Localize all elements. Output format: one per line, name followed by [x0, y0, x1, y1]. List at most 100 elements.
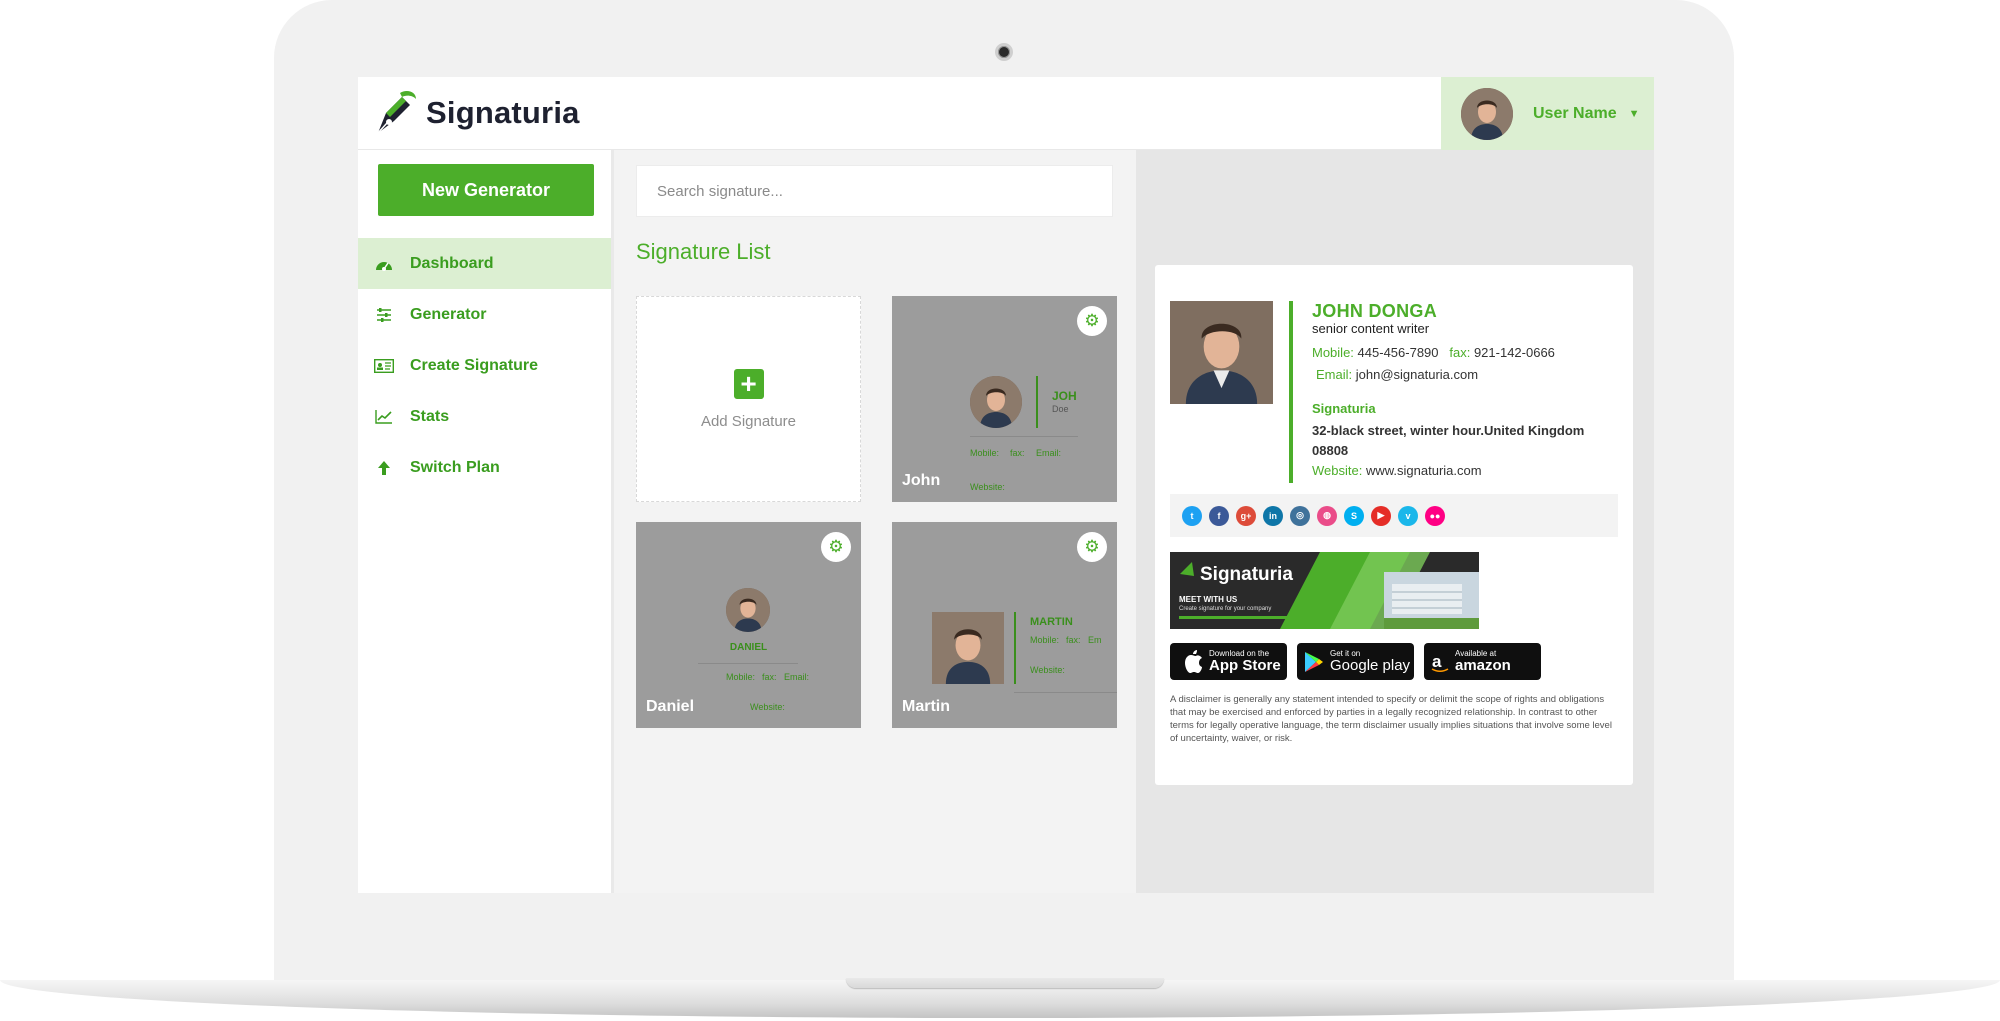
signature-card-john[interactable]: ⚙ JOH Doe Mobile: fax: Email: Website: J… — [892, 296, 1117, 502]
flickr-icon[interactable]: ●● — [1425, 505, 1445, 526]
card-settings-button[interactable]: ⚙ — [1077, 532, 1107, 562]
card-separator — [698, 663, 798, 664]
card-photo — [726, 588, 770, 632]
website-value[interactable]: www.signaturia.com — [1366, 463, 1482, 478]
search-input[interactable] — [636, 165, 1113, 217]
card-mini-fax: fax: — [1066, 635, 1081, 645]
pen-nib-logo-icon — [377, 91, 416, 134]
email-value[interactable]: john@signaturia.com — [1356, 367, 1478, 382]
avatar — [1461, 87, 1513, 140]
card-mini-website: Website: — [750, 702, 785, 712]
logo-text: Signaturia — [426, 95, 580, 130]
sidebar-item-label: Create Signature — [410, 356, 539, 374]
card-photo — [932, 612, 1004, 684]
card-mini-website: Website: — [1030, 665, 1065, 675]
id-card-icon — [374, 356, 394, 376]
card-mini-name: MARTIN — [1030, 616, 1073, 628]
card-settings-button[interactable]: ⚙ — [1077, 306, 1107, 336]
add-signature-card[interactable]: + Add Signature — [636, 296, 861, 502]
sidebar-item-label: Dashboard — [410, 254, 494, 272]
signature-disclaimer: A disclaimer is generally any statement … — [1170, 694, 1612, 744]
card-mini-mobile: Mobile: — [726, 672, 756, 682]
card-mini-website: Website: — [970, 482, 1005, 492]
apple-icon — [1185, 649, 1202, 673]
banner-brand: Signaturia — [1200, 564, 1293, 585]
new-generator-button[interactable]: New Generator — [378, 164, 594, 216]
add-signature-label: Add Signature — [700, 412, 797, 430]
signature-address: 32-black street, winter hour.United King… — [1312, 423, 1585, 458]
sidebar-item-generator[interactable]: Generator — [358, 289, 611, 340]
app-screen: Signaturia User Name ▼ New Generator Das… — [358, 77, 1654, 893]
signature-phone-line: Mobile: 445-456-7890 fax: 921-142-0666 — [1312, 345, 1555, 360]
sidebar: New Generator Dashboard Generator Create… — [358, 150, 614, 893]
store-big-text: amazon — [1455, 657, 1511, 674]
card-mini-email: Email: — [784, 672, 810, 682]
email-label: Email: — [1316, 367, 1353, 382]
card-mini-name: JOH — [1052, 389, 1077, 403]
vimeo-icon[interactable]: v — [1398, 505, 1418, 526]
card-name: Daniel — [646, 698, 695, 715]
card-mini-fax: fax: — [762, 672, 777, 682]
website-label: Website: — [1312, 463, 1363, 478]
line-chart-icon — [374, 407, 394, 427]
card-name: Martin — [902, 698, 950, 715]
sidebar-item-label: Stats — [410, 407, 450, 425]
store-big-text: Google play — [1330, 657, 1411, 674]
card-mini-sub: Doe — [1052, 404, 1069, 414]
sidebar-item-switch-plan[interactable]: Switch Plan — [358, 442, 611, 493]
signature-company: Signaturia — [1312, 401, 1376, 416]
laptop-notch — [846, 978, 1164, 988]
instagram-icon[interactable]: ◎ — [1290, 505, 1310, 526]
sidebar-item-dashboard[interactable]: Dashboard — [358, 238, 611, 289]
card-settings-button[interactable]: ⚙ — [821, 532, 851, 562]
user-menu[interactable]: User Name ▼ — [1441, 77, 1654, 150]
card-photo — [970, 376, 1022, 428]
card-mini-name: DANIEL — [729, 642, 768, 653]
arrow-up-icon — [374, 458, 394, 478]
chevron-down-icon: ▼ — [1628, 107, 1640, 120]
card-separator — [970, 436, 1078, 437]
svg-text:a: a — [1432, 652, 1442, 671]
google-plus-icon[interactable]: g+ — [1236, 505, 1256, 526]
amazon-badge[interactable]: a Available at amazon — [1424, 643, 1541, 680]
gear-icon: ⚙ — [828, 537, 844, 556]
signature-name: JOHN DONGA — [1312, 301, 1438, 321]
store-big-text: App Store — [1209, 657, 1281, 674]
skype-icon[interactable]: S — [1344, 505, 1364, 526]
sidebar-item-stats[interactable]: Stats — [358, 391, 611, 442]
twitter-icon[interactable]: t — [1182, 505, 1202, 526]
card-divider — [1036, 376, 1038, 428]
sidebar-item-create-signature[interactable]: Create Signature — [358, 340, 611, 391]
banner-subline: Create signature for your company — [1179, 606, 1272, 612]
youtube-icon[interactable]: ▶ — [1371, 505, 1391, 526]
facebook-icon[interactable]: f — [1209, 505, 1229, 526]
signature-email-line: Email: john@signaturia.com — [1316, 367, 1478, 382]
mobile-value: 445-456-7890 — [1357, 345, 1439, 360]
card-name: John — [902, 472, 941, 489]
banner-underline — [1179, 616, 1289, 619]
signature-role: senior content writer — [1312, 321, 1430, 336]
promo-banner[interactable]: Signaturia MEET WITH US Create signature… — [1170, 552, 1479, 629]
signature-preview: JOHN DONGA senior content writer Mobile:… — [1155, 265, 1633, 785]
google-play-badge[interactable]: Get it on Google play — [1297, 643, 1414, 680]
card-mini-mobile: Mobile: — [970, 448, 1000, 458]
linkedin-icon[interactable]: in — [1263, 505, 1283, 526]
signature-list-title: Signature List — [636, 239, 771, 264]
sidebar-nav: Dashboard Generator Create Signature Sta… — [358, 238, 611, 493]
gear-icon: ⚙ — [1084, 311, 1100, 330]
signature-card-martin[interactable]: ⚙ MARTIN Mobile: fax: Em Website: Martin — [892, 522, 1117, 728]
gear-icon: ⚙ — [1084, 537, 1100, 556]
sidebar-item-label: Switch Plan — [410, 458, 500, 476]
logo[interactable]: Signaturia — [372, 89, 580, 137]
webcam — [995, 43, 1013, 61]
signature-divider — [1289, 301, 1293, 483]
mobile-label: Mobile: — [1312, 345, 1354, 360]
google-play-icon — [1305, 651, 1323, 672]
signature-website-line: Website: www.signaturia.com — [1312, 463, 1482, 478]
app-store-badge[interactable]: Download on the App Store — [1170, 643, 1287, 680]
social-icons-bar: t f g+ in ◎ ◍ S ▶ v ●● — [1170, 494, 1618, 537]
signature-card-daniel[interactable]: ⚙ DANIEL Mobile: fax: Email: Website: Da… — [636, 522, 861, 728]
dribbble-icon[interactable]: ◍ — [1317, 505, 1337, 526]
user-name: User Name — [1533, 104, 1617, 122]
plus-icon: + — [733, 368, 764, 399]
